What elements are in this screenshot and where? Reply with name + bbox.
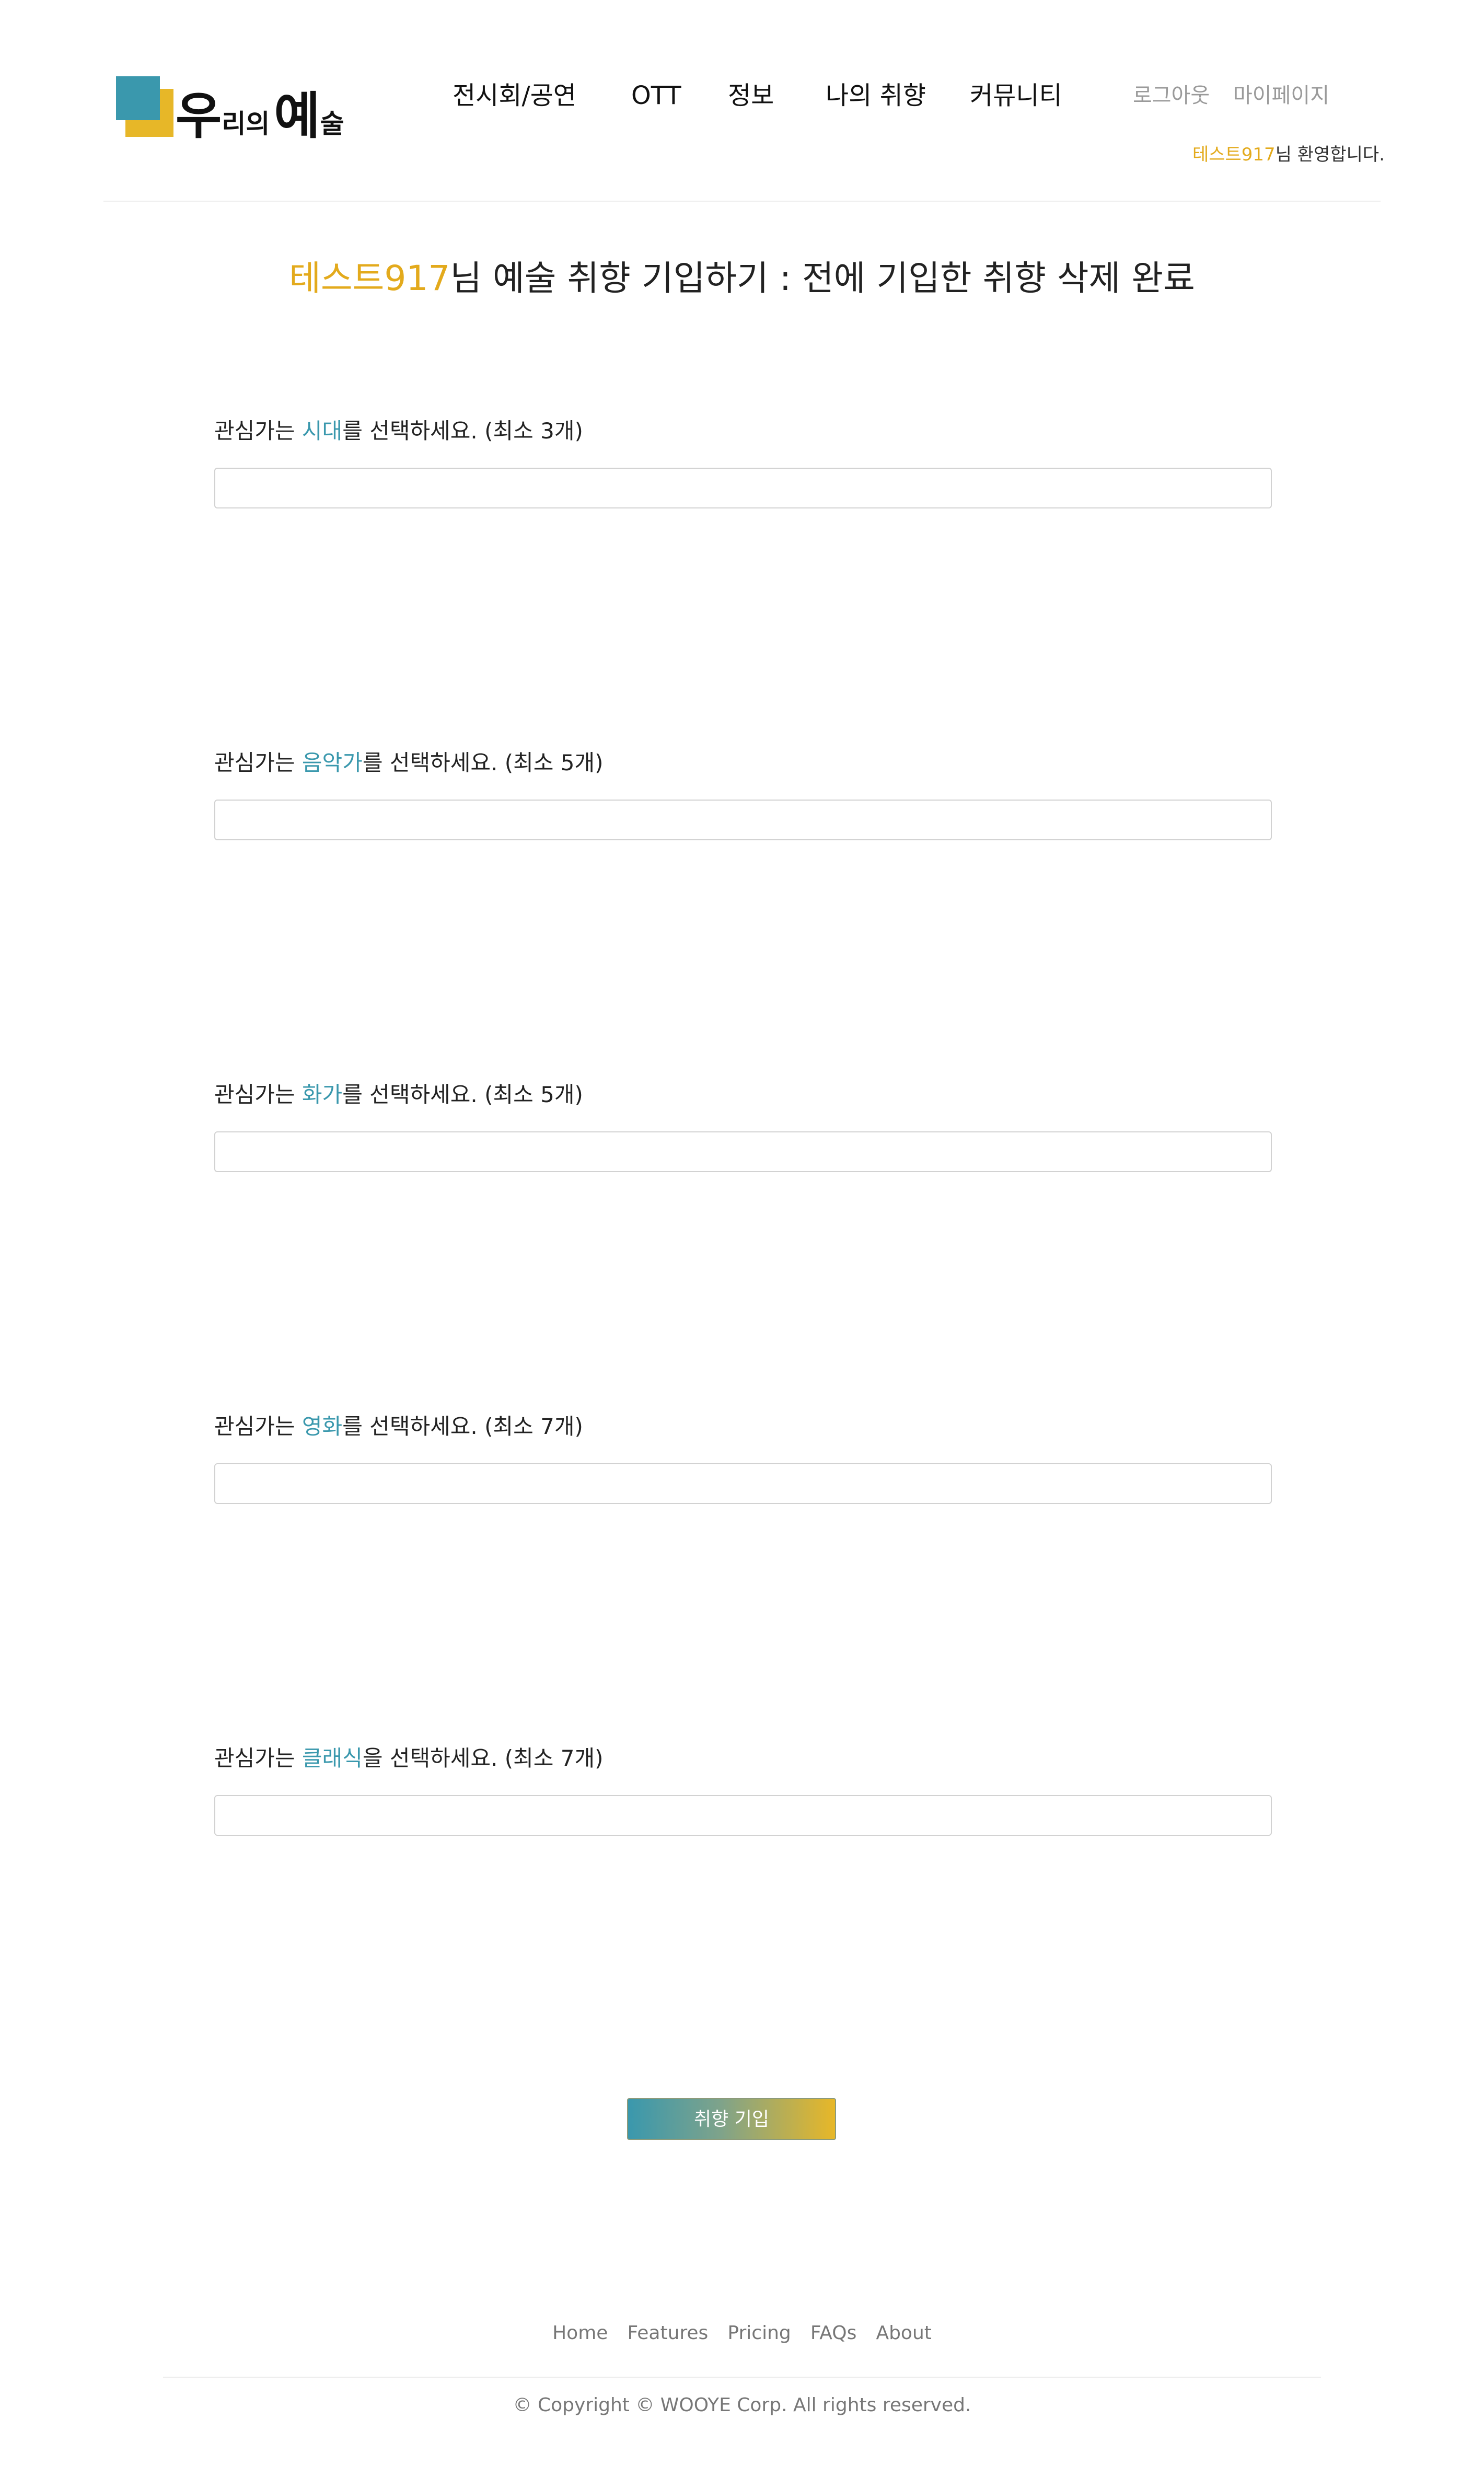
question-era: 관심가는 시대를 선택하세요. (최소 3개) [214, 415, 1273, 447]
nav-item-ott[interactable]: OTT [631, 77, 681, 114]
question-prefix: 관심가는 [214, 750, 302, 775]
page-title-text: 님 예술 취향 기입하기 : 전에 기입한 취향 삭제 완료 [450, 258, 1195, 298]
footer-link-home[interactable]: Home [552, 2320, 608, 2346]
submit-taste-button[interactable]: 취향 기입 [627, 2098, 836, 2140]
question-painter: 관심가는 화가를 선택하세요. (최소 5개) [214, 1079, 1273, 1110]
question-suffix: 을 선택하세요. (최소 7개) [362, 1745, 604, 1771]
question-highlight: 영화 [302, 1414, 343, 1439]
logo-char-4: 술 [320, 109, 344, 139]
page-title: 테스트917님 예술 취향 기입하기 : 전에 기입한 취향 삭제 완료 [0, 255, 1484, 302]
question-prefix: 관심가는 [214, 1082, 302, 1107]
footer-nav: Home Features Pricing FAQs About [0, 2320, 1484, 2346]
section-classical: 관심가는 클래식을 선택하세요. (최소 7개) [214, 1743, 1273, 1836]
section-movie: 관심가는 영화를 선택하세요. (최소 7개) [214, 1411, 1273, 1504]
question-suffix: 를 선택하세요. (최소 5개) [342, 1082, 583, 1107]
nav-item-info[interactable]: 정보 [728, 77, 774, 114]
question-musician: 관심가는 음악가를 선택하세요. (최소 5개) [214, 747, 1273, 779]
classical-select-input[interactable] [214, 1795, 1272, 1836]
question-prefix: 관심가는 [214, 418, 302, 444]
question-highlight: 화가 [302, 1082, 343, 1107]
page: 우 리의 예 술 전시회/공연 OTT 정보 나의 취향 커뮤니티 로그아웃 마… [0, 0, 1484, 2477]
question-suffix: 를 선택하세요. (최소 5개) [362, 750, 604, 775]
welcome-message: 테스트917님 환영합니다. [1192, 142, 1385, 167]
question-highlight: 음악가 [302, 750, 363, 775]
header-divider [103, 201, 1381, 202]
footer-link-about[interactable]: About [876, 2320, 931, 2346]
mypage-link[interactable]: 마이페이지 [1233, 81, 1329, 110]
painter-select-input[interactable] [214, 1131, 1272, 1172]
question-suffix: 를 선택하세요. (최소 3개) [342, 418, 583, 444]
section-musician: 관심가는 음악가를 선택하세요. (최소 5개) [214, 747, 1273, 840]
logout-link[interactable]: 로그아웃 [1133, 81, 1210, 110]
section-painter: 관심가는 화가를 선택하세요. (최소 5개) [214, 1079, 1273, 1172]
section-era: 관심가는 시대를 선택하세요. (최소 3개) [214, 415, 1273, 508]
copyright-text: © Copyright © WOOYE Corp. All rights res… [513, 2394, 971, 2416]
footer-link-faqs[interactable]: FAQs [810, 2320, 857, 2346]
musician-select-input[interactable] [214, 800, 1272, 840]
welcome-suffix: 님 환영합니다. [1275, 144, 1385, 165]
movie-select-input[interactable] [214, 1463, 1272, 1504]
era-select-input[interactable] [214, 468, 1272, 508]
question-prefix: 관심가는 [214, 1414, 302, 1439]
page-title-username: 테스트917 [289, 258, 450, 298]
question-highlight: 클래식 [302, 1745, 363, 1771]
footer-link-pricing[interactable]: Pricing [727, 2320, 791, 2346]
question-highlight: 시대 [302, 418, 343, 444]
question-suffix: 를 선택하세요. (최소 7개) [342, 1414, 583, 1439]
question-prefix: 관심가는 [214, 1745, 302, 1771]
welcome-username: 테스트917 [1192, 144, 1276, 165]
nav-item-exhibition[interactable]: 전시회/공연 [453, 77, 576, 114]
question-classical: 관심가는 클래식을 선택하세요. (최소 7개) [214, 1743, 1273, 1774]
question-movie: 관심가는 영화를 선택하세요. (최소 7개) [214, 1411, 1273, 1442]
nav-item-my-taste[interactable]: 나의 취향 [826, 77, 926, 114]
footer-divider [163, 2377, 1321, 2378]
logo-char-2: 리의 [222, 109, 270, 139]
footer-link-features[interactable]: Features [628, 2320, 709, 2346]
nav-item-community[interactable]: 커뮤니티 [970, 77, 1062, 114]
